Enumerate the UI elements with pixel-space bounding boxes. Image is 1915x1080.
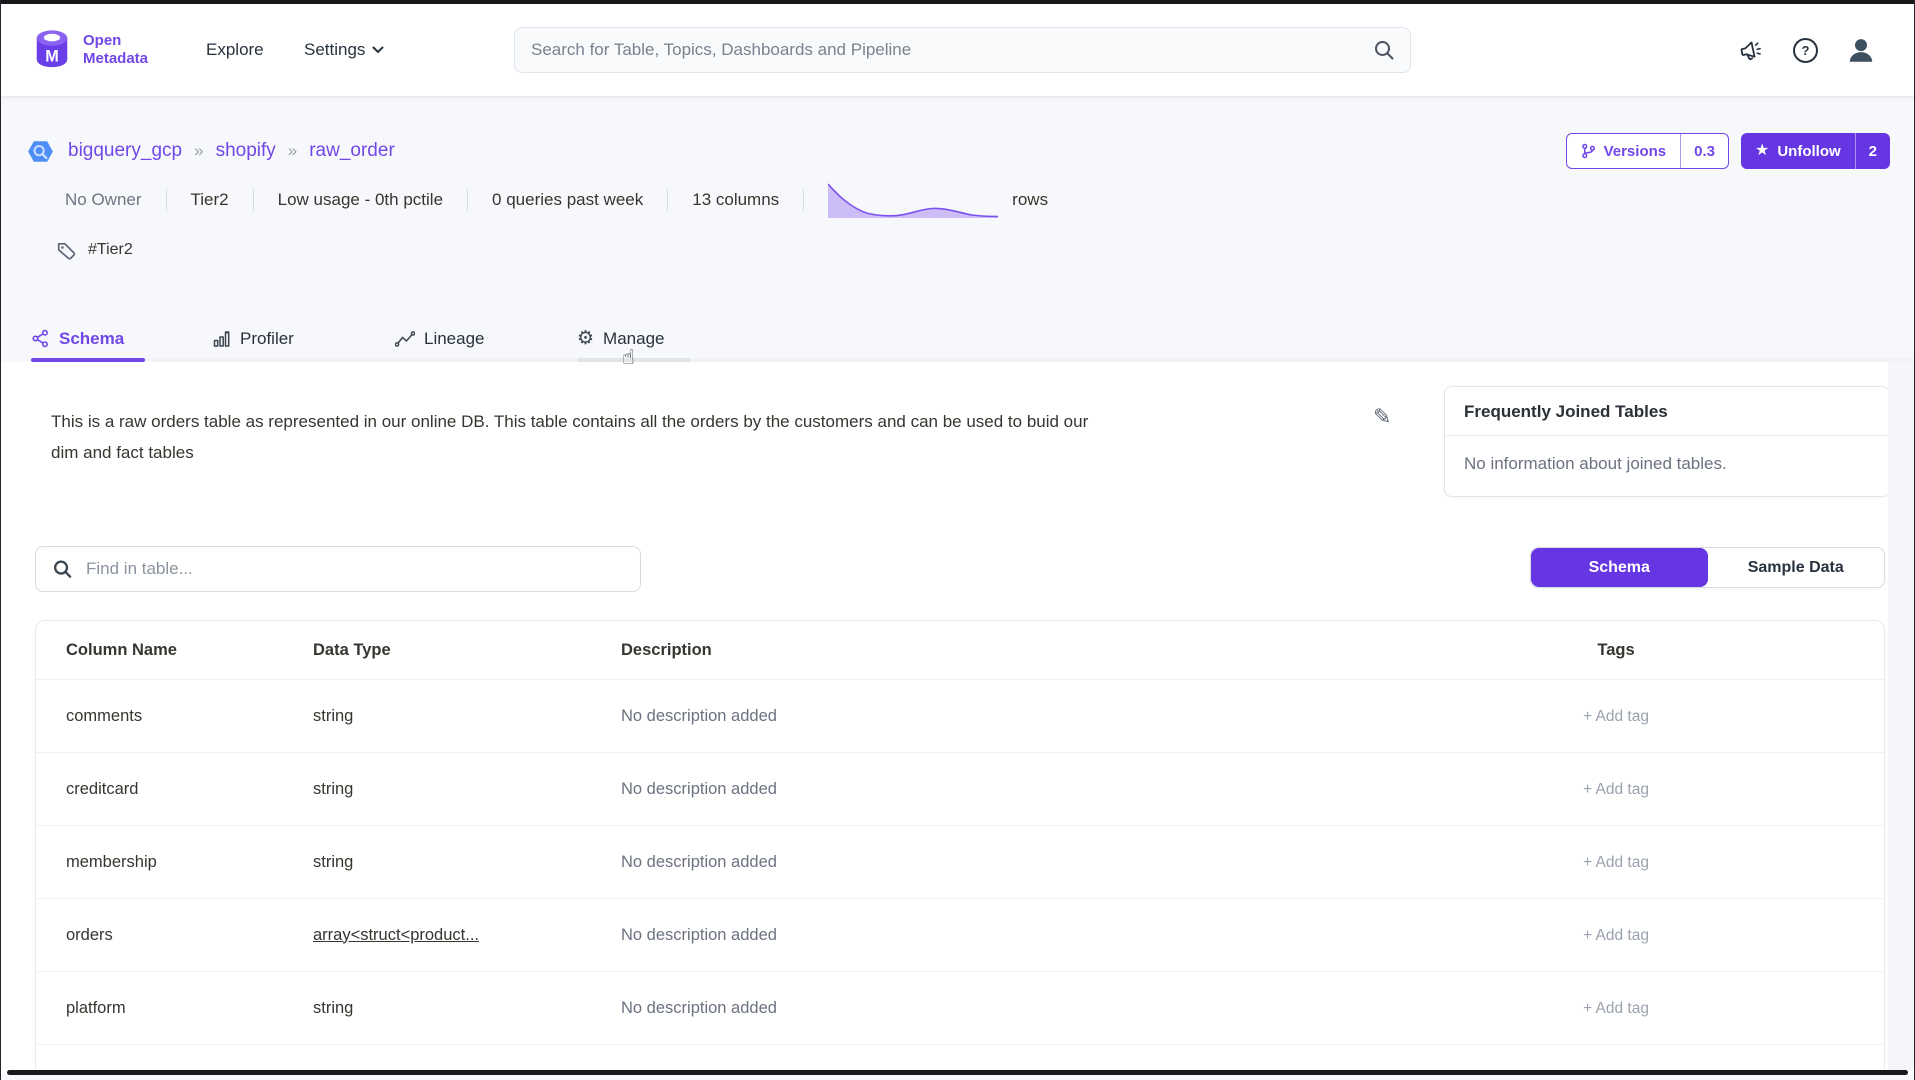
column-name: platform xyxy=(36,999,283,1018)
frequently-joined-tables-title: Frequently Joined Tables xyxy=(1445,387,1889,436)
openmetadata-logo[interactable]: M Open Metadata xyxy=(31,29,148,71)
search-icon[interactable] xyxy=(1373,39,1395,61)
add-tag-button[interactable]: + Add tag xyxy=(1583,708,1649,725)
tag-chip-tier2[interactable]: #Tier2 xyxy=(56,236,133,264)
breadcrumb-separator: » xyxy=(194,141,203,161)
entity-meta-row: No Owner Tier2 Low usage - 0th pctile 0 … xyxy=(65,181,1048,218)
header-description: Description xyxy=(591,641,1348,660)
openmetadata-logo-text: Open Metadata xyxy=(83,32,148,68)
frequently-joined-tables-card: Frequently Joined Tables No information … xyxy=(1444,386,1890,497)
column-name: creditcard xyxy=(36,780,283,799)
add-tag-button[interactable]: + Add tag xyxy=(1583,854,1649,871)
schema-icon xyxy=(31,329,50,348)
global-search xyxy=(514,27,1411,73)
navbar-icon-group: ? xyxy=(1738,35,1876,65)
columns-table: Column Name Data Type Description Tags c… xyxy=(35,620,1885,1074)
rows-sparkline xyxy=(828,181,998,218)
owner-value: No Owner xyxy=(65,190,142,210)
help-icon[interactable]: ? xyxy=(1793,38,1818,63)
unfollow-button[interactable]: ★ Unfollow 2 xyxy=(1741,133,1890,169)
usage-value: Low usage - 0th pctile xyxy=(278,190,443,210)
column-description: No description added xyxy=(591,780,1348,799)
header-column-name: Column Name xyxy=(36,641,283,660)
header-tags: Tags xyxy=(1348,641,1884,660)
schema-panel: This is a raw orders table as represente… xyxy=(1,362,1914,1074)
window-frame-bottom xyxy=(7,1070,1908,1075)
column-type: string xyxy=(283,707,591,726)
breadcrumb-item-table[interactable]: raw_order xyxy=(309,140,395,162)
tag-icon xyxy=(56,240,77,261)
table-row-orders[interactable]: orders array<struct<product... No descri… xyxy=(36,899,1884,972)
breadcrumb-item-database[interactable]: shopify xyxy=(216,140,276,162)
follower-count: 2 xyxy=(1855,133,1890,169)
toggle-sample-data-button[interactable]: Sample Data xyxy=(1708,548,1885,587)
queries-value: 0 queries past week xyxy=(492,190,643,210)
add-tag-button[interactable]: + Add tag xyxy=(1583,1000,1649,1017)
table-row-membership[interactable]: membership string No description added +… xyxy=(36,826,1884,899)
breadcrumb-separator: » xyxy=(288,141,297,161)
window-frame-top xyxy=(1,0,1914,4)
bigquery-service-icon xyxy=(27,138,54,165)
column-description: No description added xyxy=(591,999,1348,1018)
breadcrumb-item-service[interactable]: bigquery_gcp xyxy=(68,140,182,162)
nav-item-settings[interactable]: Settings xyxy=(304,40,384,60)
table-row-platform[interactable]: platform string No description added + A… xyxy=(36,972,1884,1045)
chevron-down-icon xyxy=(372,46,384,54)
columns-table-header: Column Name Data Type Description Tags xyxy=(36,621,1884,680)
tab-lineage[interactable]: Lineage xyxy=(395,301,503,362)
column-type: string xyxy=(283,853,591,872)
app-window: M Open Metadata Explore Settings xyxy=(0,0,1915,1080)
frequently-joined-tables-empty: No information about joined tables. xyxy=(1445,436,1889,496)
openmetadata-logo-icon: M xyxy=(31,29,73,71)
add-tag-button[interactable]: + Add tag xyxy=(1583,927,1649,944)
column-type: string xyxy=(283,999,591,1018)
branch-icon xyxy=(1581,143,1596,159)
entity-tabs: Schema Profiler xyxy=(1,301,1914,362)
column-description: No description added xyxy=(591,926,1348,945)
entity-actions: Versions 0.3 ★ Unfollow 2 xyxy=(1566,133,1890,169)
find-in-table xyxy=(35,546,641,592)
scroll-gutter xyxy=(1888,362,1914,1070)
nav-item-explore[interactable]: Explore xyxy=(206,40,264,60)
user-avatar[interactable] xyxy=(1846,35,1876,65)
lineage-icon xyxy=(395,330,415,348)
tab-profiler[interactable]: Profiler xyxy=(213,301,321,362)
table-description: This is a raw orders table as represente… xyxy=(51,406,1103,468)
toggle-schema-button[interactable]: Schema xyxy=(1531,548,1708,587)
column-type: string xyxy=(283,780,591,799)
mouse-cursor-pointer: ☝ xyxy=(622,345,635,370)
edit-description-icon[interactable]: ✎ xyxy=(1373,406,1391,428)
tag-label: #Tier2 xyxy=(88,241,133,259)
announcements-icon[interactable] xyxy=(1738,37,1765,64)
unfollow-label: Unfollow xyxy=(1777,143,1840,160)
column-name: comments xyxy=(36,707,283,726)
versions-label: Versions xyxy=(1604,143,1667,160)
column-name: orders xyxy=(36,926,283,945)
columns-count: 13 columns xyxy=(692,190,779,210)
header-data-type: Data Type xyxy=(283,641,591,660)
column-name: membership xyxy=(36,853,283,872)
find-in-table-input[interactable] xyxy=(35,546,641,592)
versions-button[interactable]: Versions 0.3 xyxy=(1566,133,1729,169)
version-number: 0.3 xyxy=(1680,134,1728,168)
global-search-input[interactable] xyxy=(514,27,1411,73)
find-search-icon xyxy=(52,559,73,580)
entity-header: bigquery_gcp » shopify » raw_order Versi… xyxy=(1,96,1914,362)
profiler-icon xyxy=(213,329,231,348)
column-description: No description added xyxy=(591,707,1348,726)
table-row-creditcard[interactable]: creditcard string No description added +… xyxy=(36,753,1884,826)
rows-label: rows xyxy=(1012,190,1048,210)
column-type-truncated-link[interactable]: array<struct<product... xyxy=(313,926,479,944)
table-row-comments[interactable]: comments string No description added + A… xyxy=(36,680,1884,753)
top-navbar: M Open Metadata Explore Settings xyxy=(1,4,1914,96)
tab-schema[interactable]: Schema xyxy=(31,301,139,362)
add-tag-button[interactable]: + Add tag xyxy=(1583,781,1649,798)
tier-value: Tier2 xyxy=(191,190,229,210)
column-description: No description added xyxy=(591,853,1348,872)
svg-text:M: M xyxy=(45,47,59,65)
gear-icon: ⚙ xyxy=(577,329,594,348)
schema-sample-toggle: Schema Sample Data xyxy=(1530,547,1885,588)
star-icon: ★ xyxy=(1755,143,1769,159)
breadcrumb: bigquery_gcp » shopify » raw_order Versi… xyxy=(27,131,1890,171)
